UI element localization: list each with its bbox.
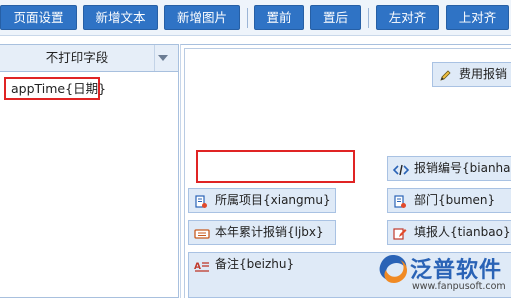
edit-pen-icon xyxy=(393,226,407,240)
toolbar-divider xyxy=(368,8,369,28)
field-label: 费用报销 xyxy=(459,67,508,81)
panel-title: 不打印字段 xyxy=(0,45,155,71)
fanpu-logo-icon xyxy=(379,255,408,283)
field-year-total[interactable]: 本年累计报销{ljbx} xyxy=(188,220,336,245)
page-setup-button[interactable]: 页面设置 xyxy=(0,5,77,30)
brand-name: 泛普软件 xyxy=(410,258,503,283)
add-text-button[interactable]: 新增文本 xyxy=(83,5,158,30)
field-report-no[interactable]: 报销编号{bianhao xyxy=(387,156,511,181)
field-label: 部门{bumen} xyxy=(414,193,496,207)
toolbar: 页面设置 新增文本 新增图片 置前 置后 左对齐 上对齐 xyxy=(0,0,511,36)
field-label: 报销编号{bianhao xyxy=(414,161,511,175)
field-label: 填报人{tianbao} xyxy=(414,225,511,239)
field-label: 所属项目{xiangmu} xyxy=(215,193,331,207)
send-back-button[interactable]: 置后 xyxy=(310,5,361,30)
pencil-icon xyxy=(438,68,452,82)
selected-text-box[interactable] xyxy=(196,150,355,183)
file-edit-icon xyxy=(393,194,407,208)
add-image-button[interactable]: 新增图片 xyxy=(164,5,240,30)
field-label: 备注{beizhu} xyxy=(215,257,295,271)
text-lines-icon: A xyxy=(194,258,209,272)
panel-header: 不打印字段 xyxy=(0,45,178,72)
file-edit-icon xyxy=(194,194,208,208)
non-print-fields-panel: 不打印字段 appTime{日期} xyxy=(0,44,179,298)
brand-watermark: 泛普软件 www.fanpusoft.com xyxy=(370,249,511,298)
field-label: 本年累计报销{ljbx} xyxy=(215,225,324,239)
dropdown-arrow-icon[interactable] xyxy=(158,55,168,61)
align-left-button[interactable]: 左对齐 xyxy=(376,5,439,30)
align-top-button[interactable]: 上对齐 xyxy=(446,5,509,30)
field-project[interactable]: 所属项目{xiangmu} xyxy=(188,188,336,213)
code-icon xyxy=(392,162,410,176)
toolbar-divider xyxy=(247,8,248,28)
bring-front-button[interactable]: 置前 xyxy=(254,5,304,30)
field-department[interactable]: 部门{bumen} xyxy=(387,188,511,213)
field-reporter[interactable]: 填报人{tianbao} xyxy=(387,220,511,245)
field-item-apptime[interactable]: appTime{日期} xyxy=(4,77,106,100)
field-fee-report[interactable]: 费用报销 xyxy=(432,62,511,87)
brand-url: www.fanpusoft.com xyxy=(412,281,506,292)
keyboard-icon xyxy=(194,226,210,240)
